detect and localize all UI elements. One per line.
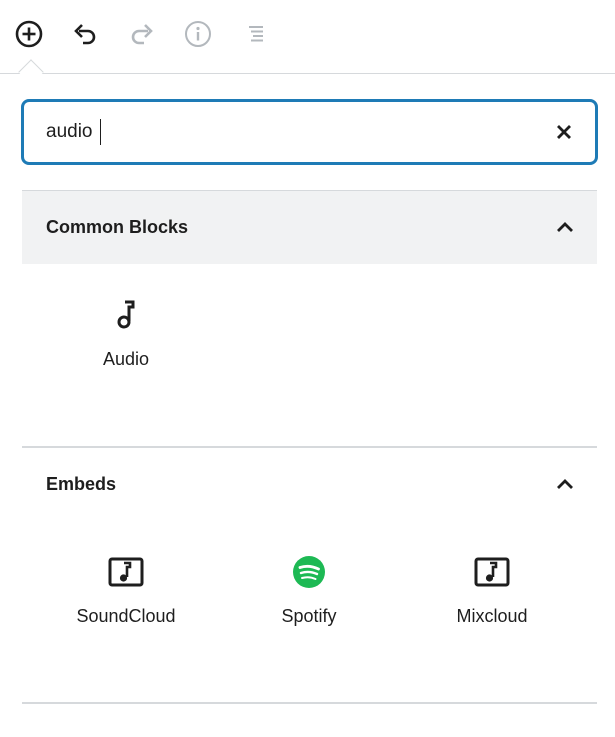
- section-header-common-blocks[interactable]: Common Blocks: [22, 190, 597, 264]
- block-label: Spotify: [281, 606, 337, 626]
- block-inserter-panel: Common Blocks Audio Embeds: [0, 75, 615, 737]
- section-title: Common Blocks: [46, 217, 189, 237]
- editor-toolbar: [0, 0, 615, 74]
- clear-search-button[interactable]: [551, 119, 577, 145]
- text-cursor: [100, 119, 101, 145]
- spotify-icon: [217, 550, 401, 594]
- info-icon: [185, 21, 211, 47]
- list-outline-icon: [249, 26, 263, 42]
- block-label: Audio: [102, 349, 150, 369]
- block-item-mixcloud[interactable]: Mixcloud: [400, 550, 584, 660]
- add-block-button[interactable]: [9, 14, 49, 54]
- redo-icon: [131, 24, 153, 45]
- chevron-up-icon[interactable]: [553, 215, 577, 239]
- section-divider: [22, 702, 597, 704]
- block-label: Mixcloud: [456, 606, 528, 626]
- music-frame-icon: [400, 550, 584, 594]
- block-item-spotify[interactable]: Spotify: [217, 550, 401, 660]
- music-frame-icon: [34, 550, 218, 594]
- undo-icon: [74, 24, 96, 45]
- info-button[interactable]: [178, 14, 218, 54]
- redo-button[interactable]: [122, 14, 162, 54]
- music-note-icon: [34, 293, 218, 337]
- block-item-audio[interactable]: Audio: [34, 293, 218, 403]
- block-item-soundcloud[interactable]: SoundCloud: [34, 550, 218, 660]
- block-search-box: [21, 99, 598, 165]
- section-title: Embeds: [46, 474, 117, 494]
- block-label: SoundCloud: [76, 606, 176, 626]
- undo-button[interactable]: [65, 14, 105, 54]
- chevron-up-icon[interactable]: [553, 472, 577, 496]
- block-search-input[interactable]: [46, 116, 526, 148]
- outline-button[interactable]: [236, 14, 276, 54]
- section-header-embeds[interactable]: Embeds: [22, 446, 597, 520]
- plus-circle-icon: [15, 20, 43, 48]
- close-icon: [557, 125, 571, 139]
